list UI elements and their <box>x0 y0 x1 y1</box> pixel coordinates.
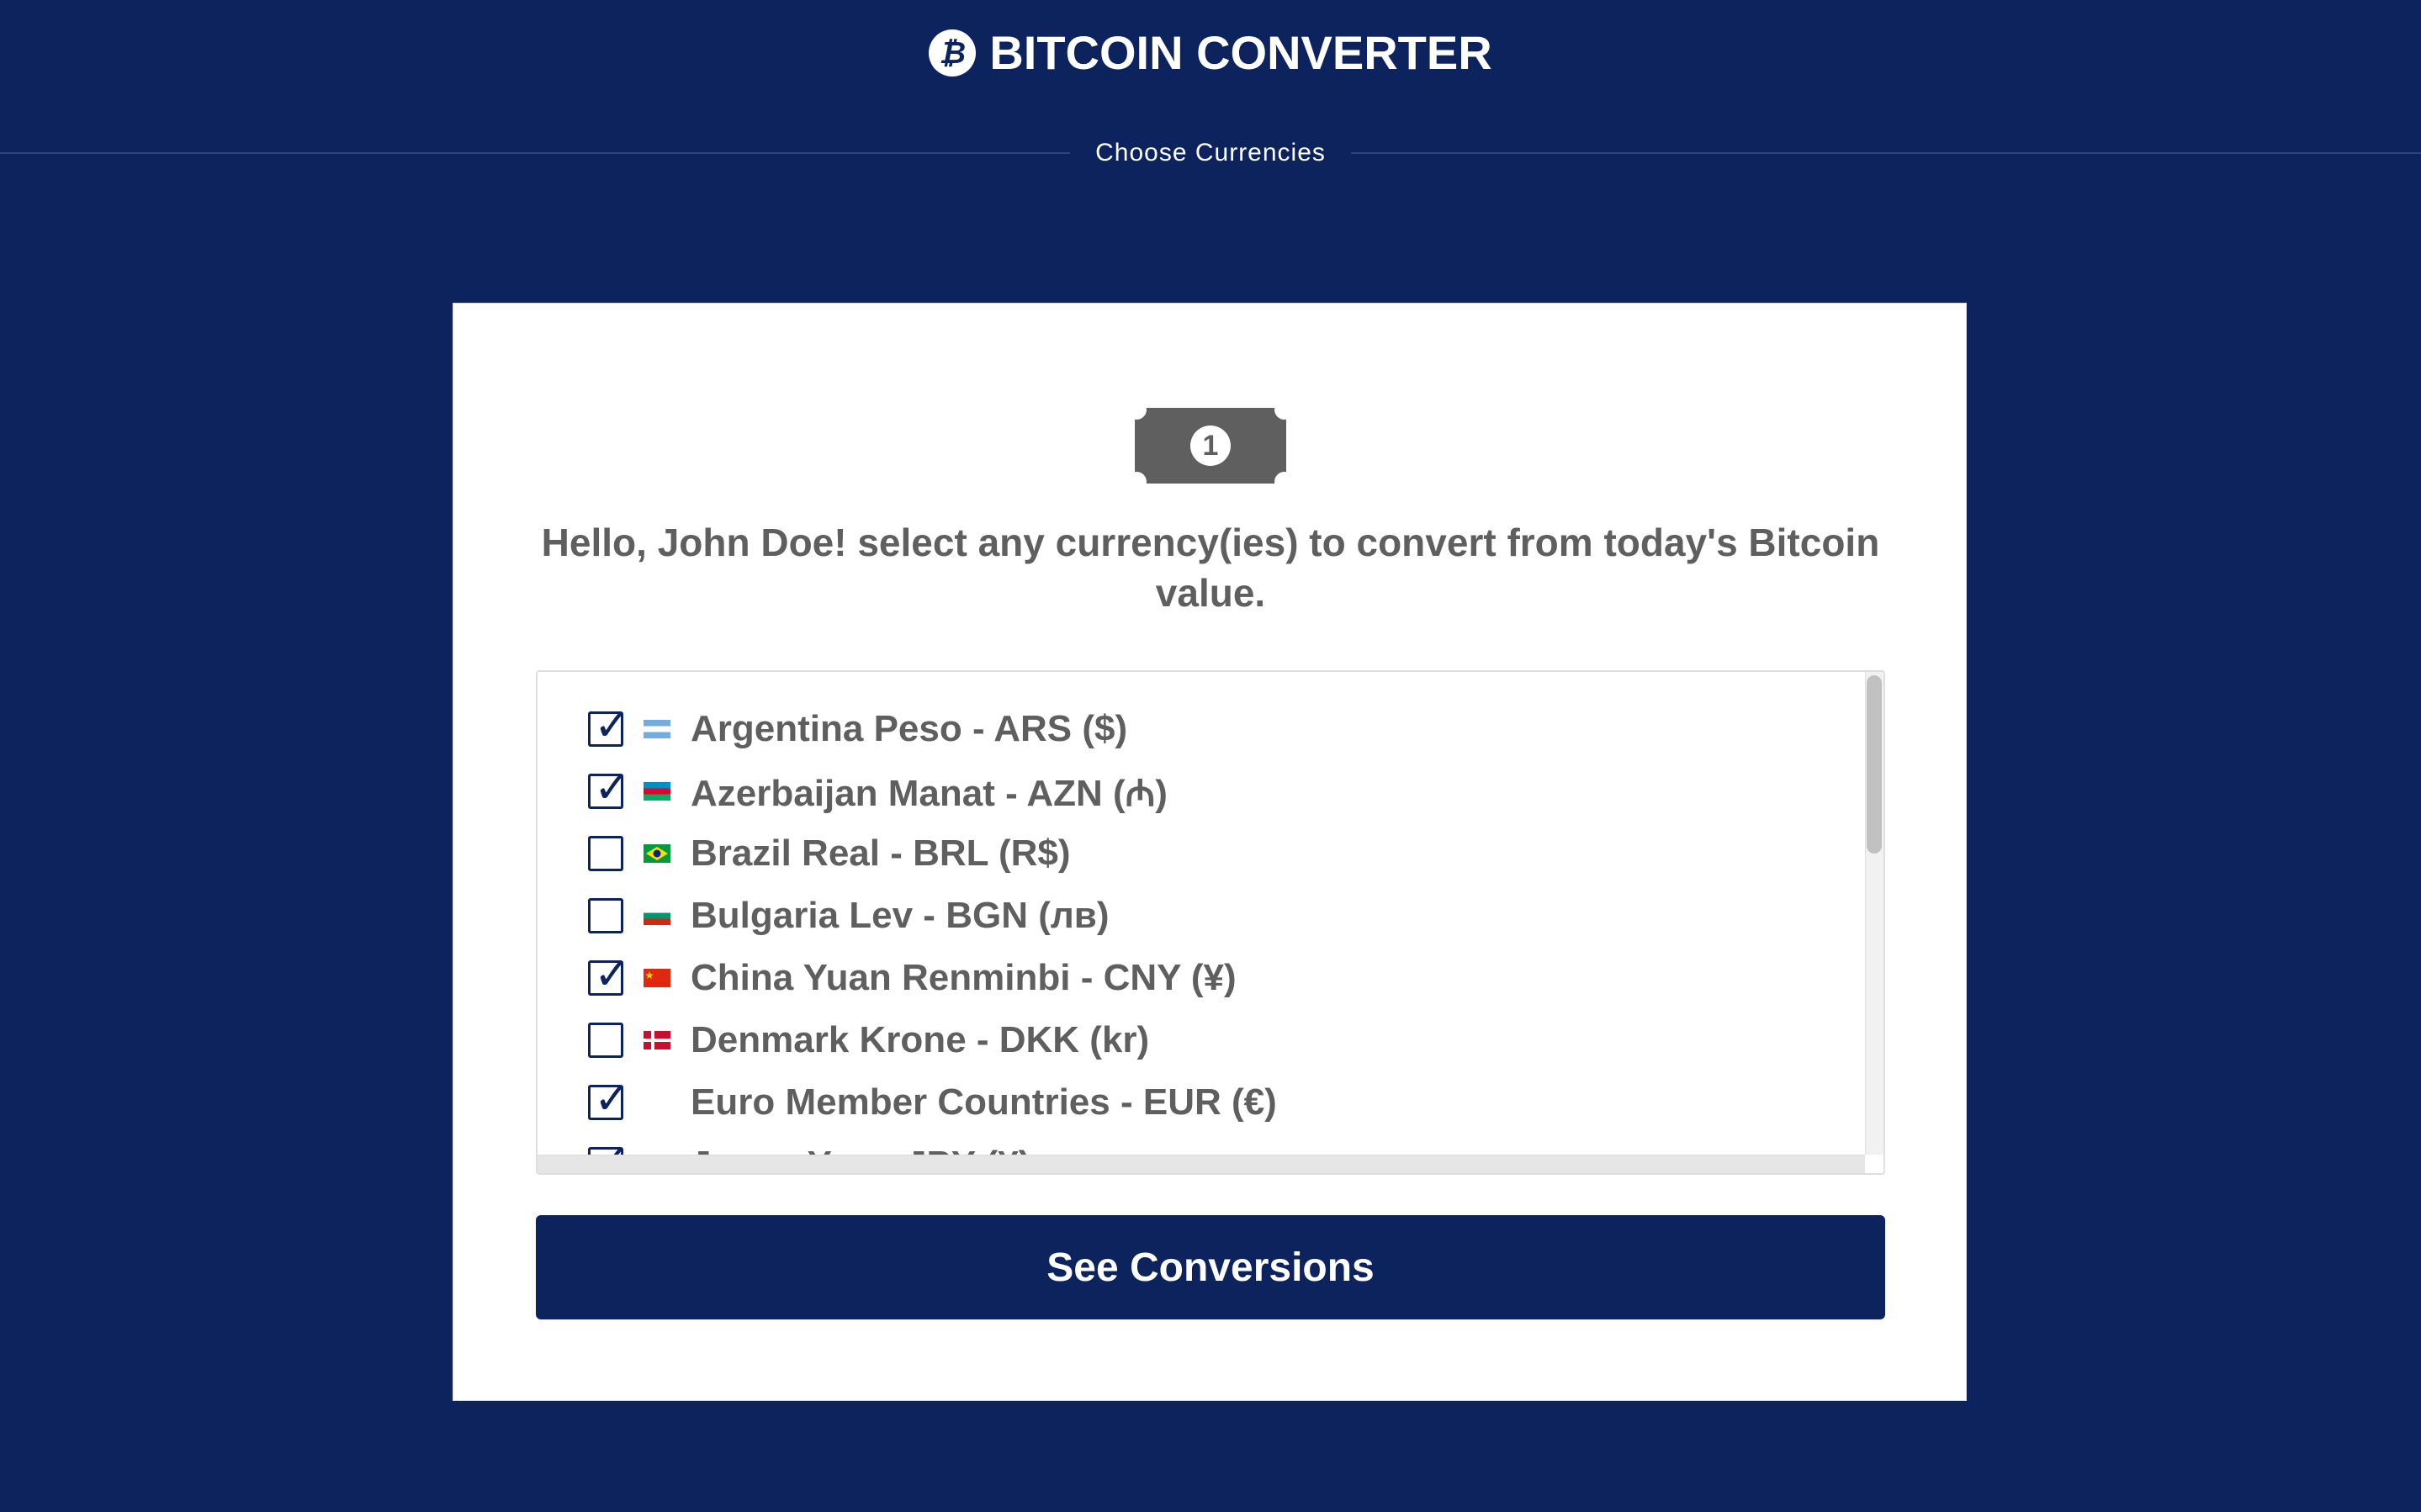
currency-item[interactable]: Euro Member Countries - EUR (€) <box>588 1074 1277 1128</box>
currency-card: 1 Hello, John Doe! select any currency(i… <box>453 303 1967 1401</box>
currency-item[interactable]: Azerbaijan Manat - AZN (₼) <box>588 763 1168 817</box>
currency-label: Denmark Krone - DKK (kr) <box>691 1019 1150 1060</box>
flag-china-icon <box>644 969 670 987</box>
currency-checkbox[interactable] <box>588 836 623 871</box>
flag-azerbaijan-icon <box>644 782 670 801</box>
currency-label: Japan Yen - JPY (¥) <box>691 1144 1030 1155</box>
section-divider: Choose Currencies <box>0 136 2421 170</box>
see-conversions-button[interactable]: See Conversions <box>536 1215 1885 1319</box>
currency-item[interactable]: Argentina Peso - ARS ($) <box>588 700 1128 754</box>
currency-item[interactable]: Japan Yen - JPY (¥) <box>588 1136 1030 1155</box>
flag-brazil-icon <box>644 844 670 863</box>
section-subtitle: Choose Currencies <box>1095 139 1326 167</box>
divider-line-left <box>0 152 1071 154</box>
currency-label: China Yuan Renminbi - CNY (¥) <box>691 957 1237 998</box>
flag-placeholder <box>644 1093 670 1112</box>
currency-label: Euro Member Countries - EUR (€) <box>691 1081 1277 1123</box>
currency-item[interactable]: Bulgaria Lev - BGN (лв) <box>588 891 1110 941</box>
currency-checkbox[interactable] <box>588 1074 631 1124</box>
money-bill-icon: 1 <box>1126 399 1295 492</box>
flag-argentina-icon <box>644 720 670 738</box>
currency-checkbox[interactable] <box>588 898 623 933</box>
currency-label: Brazil Real - BRL (R$) <box>691 833 1071 874</box>
flag-denmark-icon <box>644 1031 670 1049</box>
vertical-scrollbar[interactable] <box>1865 672 1883 1156</box>
flag-bulgaria-icon <box>644 907 670 925</box>
greeting-text: Hello, John Doe! select any currency(ies… <box>541 521 1880 615</box>
currency-list[interactable]: Argentina Peso - ARS ($) Azerbaijan Manat… <box>536 670 1885 1175</box>
currency-checkbox[interactable] <box>588 949 631 1000</box>
divider-line-right <box>1350 152 2421 154</box>
currency-checkbox[interactable] <box>588 1136 631 1155</box>
app-header: ₿ BITCOIN CONVERTER <box>0 25 2421 80</box>
currency-checkbox[interactable] <box>588 1023 623 1058</box>
currency-label: Azerbaijan Manat - AZN (₼) <box>691 773 1168 814</box>
currency-list-viewport: Argentina Peso - ARS ($) Azerbaijan Manat… <box>538 672 1863 1155</box>
currency-item[interactable]: China Yuan Renminbi - CNY (¥) <box>588 949 1237 1003</box>
scrollbar-thumb[interactable] <box>1867 675 1882 854</box>
app-title: BITCOIN CONVERTER <box>989 26 1492 79</box>
currency-label: Argentina Peso - ARS ($) <box>691 708 1128 749</box>
bitcoin-icon: ₿ <box>929 29 977 77</box>
currency-item[interactable]: Denmark Krone - DKK (kr) <box>588 1015 1149 1065</box>
currency-item[interactable]: Brazil Real - BRL (R$) <box>588 828 1071 879</box>
currency-checkbox[interactable] <box>588 700 631 751</box>
currency-label: Bulgaria Lev - BGN (лв) <box>691 895 1110 936</box>
scrollbar-corner <box>1865 1155 1883 1173</box>
horizontal-scrollbar[interactable] <box>538 1155 1865 1173</box>
currency-checkbox[interactable] <box>588 763 631 813</box>
